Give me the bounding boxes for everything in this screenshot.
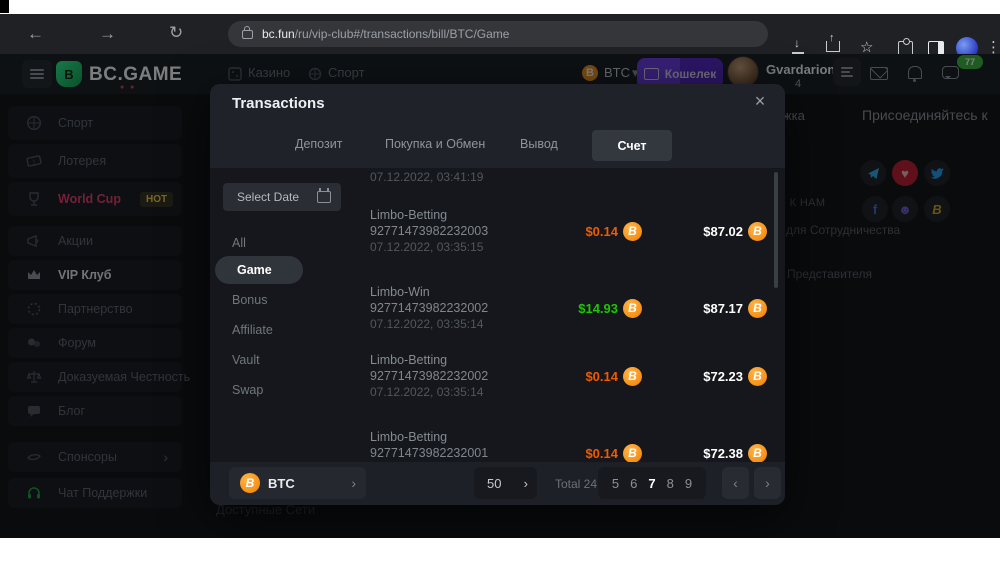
close-icon[interactable]: × <box>749 90 771 112</box>
modal-footer: B BTC › 50 › Total 24 5 6 7 8 9 ‹ › <box>210 462 785 505</box>
tx-balance: $87.02 <box>703 224 743 239</box>
btc-coin-icon: B <box>623 299 642 318</box>
btc-coin-icon: B <box>623 222 642 241</box>
next-page-button[interactable]: › <box>754 467 781 499</box>
share-icon[interactable] <box>826 37 840 52</box>
tx-amount: $14.93 <box>578 301 618 316</box>
transactions-modal: Transactions × Депозит Покупка и Обмен В… <box>210 84 785 505</box>
tab-buy-swap[interactable]: Покупка и Обмен <box>385 137 485 151</box>
chevron-right-icon: › <box>351 475 356 491</box>
browser-back-icon[interactable]: ← <box>27 25 44 42</box>
tx-balance: $72.38 <box>703 446 743 461</box>
tx-id: 92771473982232002 <box>370 369 488 383</box>
tx-id: 92771473982232001 <box>370 446 488 460</box>
tx-date: 07.12.2022, 03:35:14 <box>370 317 483 331</box>
modal-header: Transactions × Депозит Покупка и Обмен В… <box>210 84 785 168</box>
currency-filter-button[interactable]: B BTC › <box>229 467 366 499</box>
tx-date: 07.12.2022, 03:35:15 <box>370 240 483 254</box>
calendar-icon <box>317 191 331 203</box>
tx-date: 07.12.2022, 03:35:14 <box>370 385 483 399</box>
transaction-row: Limbo-Win 92771473982232002 07.12.2022, … <box>370 285 770 345</box>
filter-bonus[interactable]: Bonus <box>232 293 267 307</box>
select-date-button[interactable]: Select Date <box>223 183 341 211</box>
tab-withdraw[interactable]: Вывод <box>520 137 558 151</box>
tx-amount: $0.14 <box>585 446 618 461</box>
filter-swap[interactable]: Swap <box>232 383 263 397</box>
modal-scrollbar[interactable] <box>774 172 778 288</box>
transaction-row: Limbo-Betting 92771473982232003 07.12.20… <box>370 208 770 268</box>
side-panel-icon[interactable] <box>928 41 944 55</box>
tx-title: Limbo-Betting <box>370 208 447 222</box>
browser-toolbar: ← → ↻ bc.fun/ru/vip-club#/transactions/b… <box>0 14 1000 54</box>
pagination: 5 6 7 8 9 <box>598 467 706 499</box>
screen-margin <box>0 538 1000 563</box>
btc-coin-icon: B <box>748 444 767 463</box>
modal-title: Transactions <box>232 95 325 112</box>
filter-affiliate[interactable]: Affiliate <box>232 323 273 337</box>
download-icon[interactable] <box>792 40 804 52</box>
btc-coin-icon: B <box>623 444 642 463</box>
page-number[interactable]: 5 <box>612 476 619 491</box>
page-url: bc.fun/ru/vip-club#/transactions/bill/BT… <box>262 27 509 41</box>
tx-id: 92771473982232003 <box>370 224 488 238</box>
btc-coin-icon: B <box>240 473 260 493</box>
chevron-right-icon: › <box>524 476 528 491</box>
filter-game[interactable]: Game <box>215 256 303 284</box>
tx-amount: $0.14 <box>585 224 618 239</box>
partial-row-date: 07.12.2022, 03:41:19 <box>370 170 483 184</box>
tab-bill[interactable]: Счет <box>592 130 672 161</box>
total-count: Total 24 <box>555 477 597 491</box>
tx-title: Limbo-Win <box>370 285 430 299</box>
btc-coin-icon: B <box>748 222 767 241</box>
screen-corner-mark <box>0 0 9 13</box>
page-number[interactable]: 8 <box>667 476 674 491</box>
page-size-selector[interactable]: 50 › <box>474 467 537 499</box>
tx-balance: $72.23 <box>703 369 743 384</box>
tab-deposit[interactable]: Депозит <box>295 137 342 151</box>
address-bar[interactable]: bc.fun/ru/vip-club#/transactions/bill/BT… <box>228 21 768 47</box>
page-number[interactable]: 9 <box>685 476 692 491</box>
tx-title: Limbo-Betting <box>370 430 447 444</box>
tx-balance: $87.17 <box>703 301 743 316</box>
https-lock-icon <box>242 30 253 39</box>
page-number[interactable]: 7 <box>648 476 655 491</box>
transaction-row: Limbo-Betting 92771473982232002 07.12.20… <box>370 353 770 413</box>
browser-forward-icon[interactable]: → <box>99 25 116 42</box>
page-number[interactable]: 6 <box>630 476 637 491</box>
filter-all[interactable]: All <box>232 236 246 250</box>
prev-page-button[interactable]: ‹ <box>722 467 749 499</box>
tx-title: Limbo-Betting <box>370 353 447 367</box>
btc-coin-icon: B <box>623 367 642 386</box>
tx-amount: $0.14 <box>585 369 618 384</box>
tx-id: 92771473982232002 <box>370 301 488 315</box>
filter-vault[interactable]: Vault <box>232 353 260 367</box>
btc-coin-icon: B <box>748 299 767 318</box>
btc-coin-icon: B <box>748 367 767 386</box>
browser-reload-icon[interactable]: ↻ <box>169 24 183 41</box>
